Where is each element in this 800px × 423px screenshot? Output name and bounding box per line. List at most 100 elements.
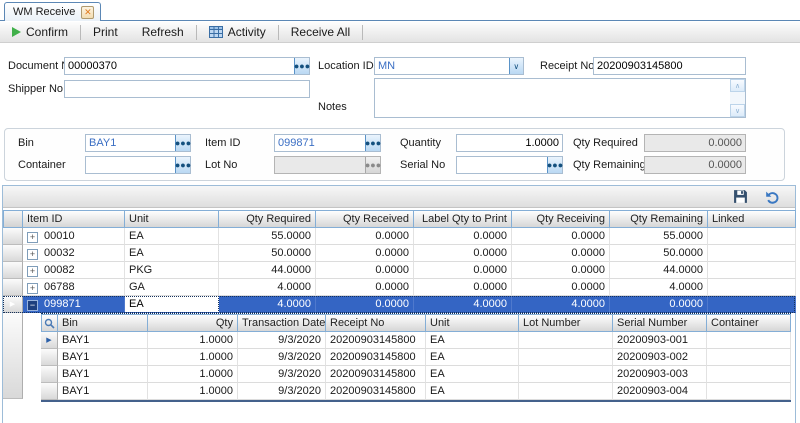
grid-cell[interactable]: 44.0000 bbox=[219, 262, 316, 279]
sub-grid-header-transaction-date[interactable]: Transaction Date bbox=[238, 314, 326, 332]
container-input[interactable] bbox=[86, 157, 175, 173]
main-grid-header-item-id[interactable]: Item ID bbox=[23, 210, 125, 228]
grid-cell[interactable] bbox=[708, 245, 796, 262]
grid-cell[interactable] bbox=[707, 349, 791, 366]
main-grid-header-linked[interactable]: Linked bbox=[708, 210, 796, 228]
table-row[interactable]: +00032EA50.00000.00000.00000.000050.0000 bbox=[3, 245, 795, 262]
grid-cell[interactable] bbox=[708, 296, 796, 313]
main-grid-header-qty-required[interactable]: Qty Required bbox=[219, 210, 316, 228]
grid-cell[interactable]: 20200903-004 bbox=[613, 383, 707, 400]
grid-cell[interactable]: +00032 bbox=[23, 245, 125, 262]
shipper-no-input[interactable] bbox=[65, 81, 309, 97]
grid-cell[interactable]: 0.0000 bbox=[316, 245, 414, 262]
row-selector[interactable] bbox=[41, 383, 58, 400]
grid-cell[interactable]: BAY1 bbox=[58, 383, 148, 400]
container-lookup-button[interactable]: ●●● bbox=[175, 157, 190, 173]
grid-cell[interactable]: EA bbox=[125, 245, 219, 262]
grid-cell[interactable]: 1.0000 bbox=[148, 366, 238, 383]
print-button[interactable]: Print bbox=[81, 22, 130, 43]
bin-lookup-button[interactable]: ●●● bbox=[175, 135, 190, 151]
grid-cell[interactable]: 0.0000 bbox=[414, 262, 512, 279]
grid-cell[interactable]: 0.0000 bbox=[316, 228, 414, 245]
expand-icon[interactable]: + bbox=[27, 232, 38, 243]
grid-cell[interactable] bbox=[519, 349, 613, 366]
grid-cell[interactable]: GA bbox=[125, 279, 219, 296]
grid-cell[interactable]: BAY1 bbox=[58, 366, 148, 383]
undo-button[interactable] bbox=[763, 189, 781, 205]
table-row[interactable]: +06788GA4.00000.00000.00000.00004.0000 bbox=[3, 279, 795, 296]
grid-cell[interactable]: +00082 bbox=[23, 262, 125, 279]
grid-cell[interactable]: 55.0000 bbox=[219, 228, 316, 245]
confirm-button[interactable]: Confirm bbox=[0, 22, 80, 43]
serial-no-input[interactable] bbox=[457, 157, 547, 173]
bin-input[interactable] bbox=[86, 135, 175, 151]
grid-cell[interactable]: −099871 bbox=[23, 296, 125, 313]
main-grid-header-corner[interactable] bbox=[3, 210, 23, 228]
grid-cell[interactable]: 0.0000 bbox=[414, 279, 512, 296]
expand-icon[interactable]: + bbox=[27, 249, 38, 260]
main-grid-header-qty-remaining[interactable]: Qty Remaining bbox=[610, 210, 708, 228]
grid-cell[interactable] bbox=[707, 383, 791, 400]
row-selector[interactable]: ▶ bbox=[41, 332, 58, 349]
grid-cell[interactable]: +06788 bbox=[23, 279, 125, 296]
row-selector[interactable] bbox=[41, 349, 58, 366]
grid-cell[interactable]: 0.0000 bbox=[316, 296, 414, 313]
row-selector[interactable] bbox=[3, 313, 23, 399]
grid-cell[interactable]: 0.0000 bbox=[316, 262, 414, 279]
collapse-icon[interactable]: − bbox=[27, 300, 38, 311]
grid-cell[interactable]: 4.0000 bbox=[414, 296, 512, 313]
main-grid-header-qty-received[interactable]: Qty Received bbox=[316, 210, 414, 228]
scroll-up-icon[interactable]: ∧ bbox=[730, 79, 745, 92]
detail-row[interactable]: BAY11.00009/3/202020200903145800EA202009… bbox=[41, 366, 791, 383]
table-row[interactable]: +00010EA55.00000.00000.00000.000055.0000 bbox=[3, 228, 795, 245]
grid-cell[interactable]: 9/3/2020 bbox=[238, 383, 326, 400]
row-selector[interactable] bbox=[3, 228, 23, 245]
document-no-input[interactable] bbox=[65, 58, 294, 74]
receive-all-button[interactable]: Receive All bbox=[279, 22, 362, 43]
grid-cell[interactable]: EA bbox=[426, 349, 519, 366]
item-id-input[interactable] bbox=[275, 135, 365, 151]
sub-grid-header-bin[interactable]: Bin bbox=[58, 314, 148, 332]
grid-cell[interactable]: 9/3/2020 bbox=[238, 332, 326, 349]
grid-cell[interactable]: 55.0000 bbox=[610, 228, 708, 245]
detail-row[interactable]: ▶BAY11.00009/3/202020200903145800EA20200… bbox=[41, 332, 791, 349]
scroll-down-icon[interactable]: ∨ bbox=[730, 104, 745, 117]
table-row[interactable]: ▶−099871EA4.00000.00004.00004.00000.0000 bbox=[3, 296, 795, 313]
item-id-lookup-button[interactable]: ●●● bbox=[365, 135, 380, 151]
grid-cell[interactable]: EA bbox=[125, 228, 219, 245]
grid-cell[interactable]: 4.0000 bbox=[219, 279, 316, 296]
grid-cell[interactable] bbox=[708, 262, 796, 279]
expand-icon[interactable]: + bbox=[27, 283, 38, 294]
tab-wm-receive[interactable]: WM Receive ✕ bbox=[4, 2, 101, 21]
sub-grid-header-lot-number[interactable]: Lot Number bbox=[519, 314, 613, 332]
sub-grid-header-unit[interactable]: Unit bbox=[426, 314, 519, 332]
row-selector[interactable] bbox=[41, 366, 58, 383]
main-grid-header-label-qty-to-print[interactable]: Label Qty to Print bbox=[414, 210, 512, 228]
detail-row[interactable]: BAY11.00009/3/202020200903145800EA202009… bbox=[41, 383, 791, 400]
serial-no-lookup-button[interactable]: ●●● bbox=[547, 157, 562, 173]
grid-cell[interactable]: 4.0000 bbox=[512, 296, 610, 313]
grid-cell[interactable]: 0.0000 bbox=[512, 228, 610, 245]
grid-cell[interactable]: 0.0000 bbox=[512, 279, 610, 296]
grid-cell[interactable]: 20200903-001 bbox=[613, 332, 707, 349]
tab-close-icon[interactable]: ✕ bbox=[81, 6, 94, 19]
grid-cell[interactable]: 0.0000 bbox=[610, 296, 708, 313]
document-no-lookup-button[interactable]: ●●● bbox=[294, 58, 309, 74]
grid-cell[interactable]: 9/3/2020 bbox=[238, 349, 326, 366]
grid-cell[interactable]: 20200903-002 bbox=[613, 349, 707, 366]
quantity-input[interactable] bbox=[457, 135, 562, 151]
row-selector[interactable]: ▶ bbox=[3, 296, 23, 313]
grid-cell[interactable]: +00010 bbox=[23, 228, 125, 245]
sub-grid-header-container[interactable]: Container bbox=[707, 314, 791, 332]
table-row[interactable]: +00082PKG44.00000.00000.00000.000044.000… bbox=[3, 262, 795, 279]
grid-cell[interactable]: 1.0000 bbox=[148, 332, 238, 349]
grid-cell[interactable]: 20200903145800 bbox=[326, 366, 426, 383]
grid-cell[interactable]: EA bbox=[125, 296, 219, 313]
grid-cell[interactable]: 1.0000 bbox=[148, 383, 238, 400]
grid-cell[interactable]: 0.0000 bbox=[414, 228, 512, 245]
expand-icon[interactable]: + bbox=[27, 266, 38, 277]
save-button[interactable] bbox=[731, 189, 749, 205]
grid-cell[interactable]: 50.0000 bbox=[610, 245, 708, 262]
grid-cell[interactable] bbox=[708, 279, 796, 296]
grid-cell[interactable]: BAY1 bbox=[58, 332, 148, 349]
